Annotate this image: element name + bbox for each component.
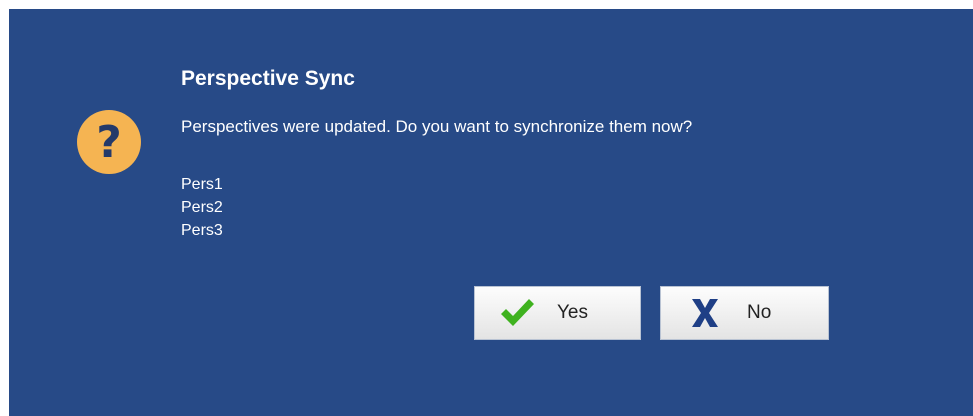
perspective-list: Pers1 Pers2 Pers3 — [181, 173, 223, 242]
yes-button[interactable]: Yes — [474, 286, 641, 340]
list-item: Pers3 — [181, 222, 223, 239]
x-icon — [685, 293, 725, 333]
dialog-message: Perspectives were updated. Do you want t… — [181, 117, 693, 136]
no-button[interactable]: No — [660, 286, 829, 340]
perspective-sync-dialog: ? Perspective Sync Perspectives were upd… — [9, 9, 973, 416]
list-item: Pers2 — [181, 199, 223, 216]
dialog-title: Perspective Sync — [181, 67, 355, 90]
yes-button-label: Yes — [557, 302, 588, 323]
checkmark-icon — [497, 293, 537, 333]
question-icon: ? — [77, 110, 141, 174]
list-item: Pers1 — [181, 176, 223, 193]
no-button-label: No — [747, 302, 772, 323]
